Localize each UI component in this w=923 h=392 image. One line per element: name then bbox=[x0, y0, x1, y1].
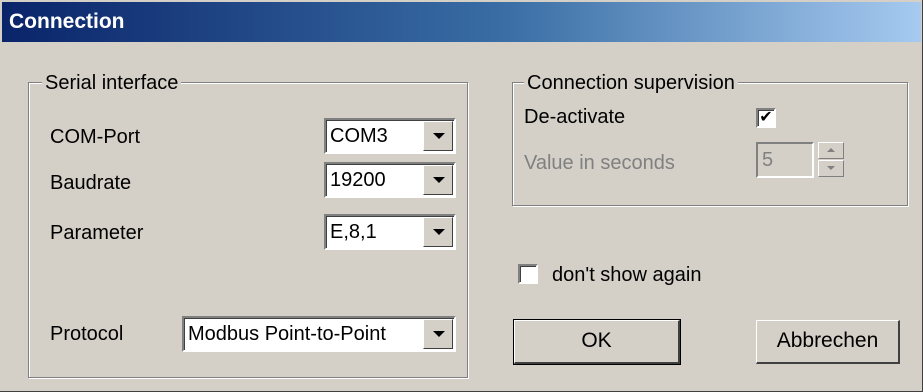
chevron-down-icon[interactable] bbox=[423, 217, 453, 247]
chevron-down-icon[interactable] bbox=[423, 121, 453, 151]
chevron-down-icon[interactable] bbox=[423, 319, 453, 349]
baudrate-select[interactable]: 19200 bbox=[324, 162, 456, 198]
connection-supervision-group bbox=[512, 82, 908, 206]
ok-button[interactable]: OK bbox=[513, 319, 681, 365]
title-bar[interactable]: Connection bbox=[2, 2, 921, 42]
spin-up-icon[interactable] bbox=[818, 142, 844, 159]
protocol-select[interactable]: Modbus Point-to-Point bbox=[182, 316, 456, 352]
parameter-value: E,8,1 bbox=[330, 221, 377, 243]
com-port-value: COM3 bbox=[330, 125, 388, 147]
cancel-button[interactable]: Abbrechen bbox=[756, 320, 900, 364]
protocol-label: Protocol bbox=[50, 323, 124, 345]
seconds-input[interactable]: 5 bbox=[756, 142, 814, 178]
chevron-down-icon[interactable] bbox=[423, 165, 453, 195]
connection-dialog: Connection Serial interface COM-Port COM… bbox=[0, 0, 923, 392]
deactivate-label: De-activate bbox=[524, 106, 626, 128]
dont-show-label[interactable]: don't show again bbox=[552, 262, 701, 288]
dont-show-checkbox[interactable] bbox=[518, 264, 538, 284]
com-port-label: COM-Port bbox=[50, 126, 140, 148]
parameter-select[interactable]: E,8,1 bbox=[324, 214, 456, 250]
baudrate-label: Baudrate bbox=[50, 172, 132, 194]
connection-supervision-legend: Connection supervision bbox=[524, 72, 738, 94]
deactivate-checkbox[interactable]: ✔ bbox=[756, 108, 776, 128]
seconds-label: Value in seconds bbox=[524, 152, 675, 174]
check-icon: ✔ bbox=[759, 109, 773, 126]
protocol-value: Modbus Point-to-Point bbox=[188, 323, 386, 345]
window-title: Connection bbox=[9, 10, 125, 33]
com-port-select[interactable]: COM3 bbox=[324, 118, 456, 154]
serial-interface-legend: Serial interface bbox=[42, 72, 182, 94]
parameter-label: Parameter bbox=[50, 222, 144, 244]
baudrate-value: 19200 bbox=[330, 169, 386, 191]
spin-down-icon[interactable] bbox=[818, 160, 844, 177]
